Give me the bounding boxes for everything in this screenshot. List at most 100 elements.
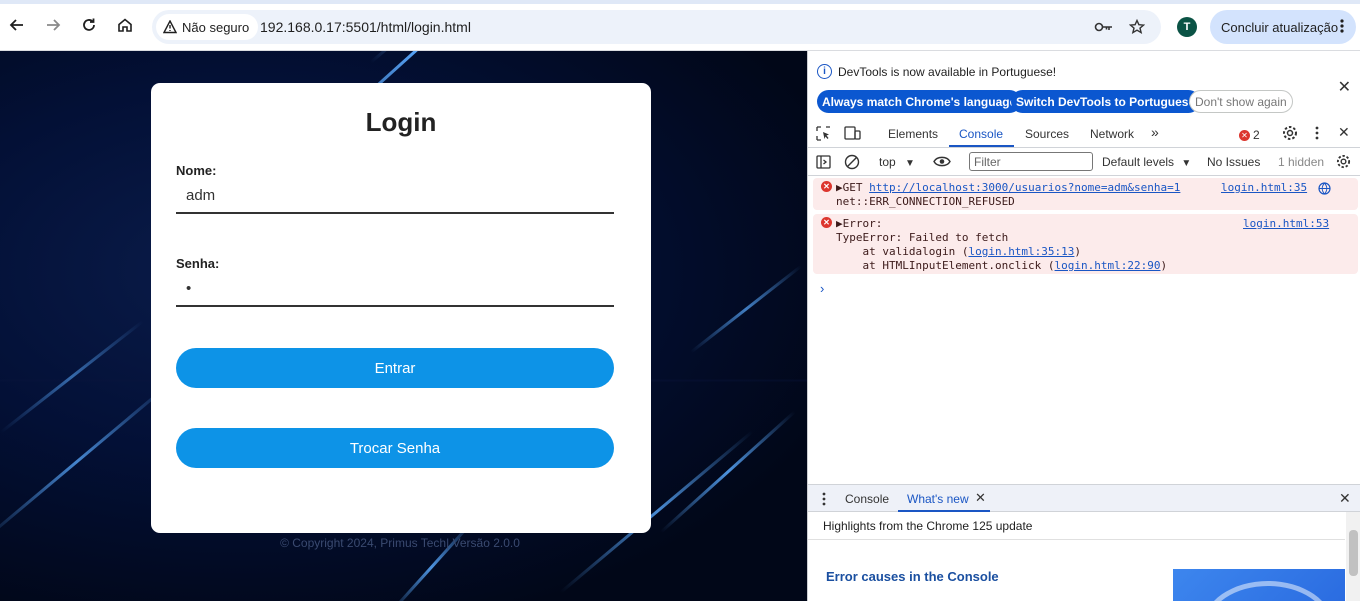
eye-icon[interactable] [933, 155, 951, 168]
active-tab-indicator [949, 145, 1014, 147]
key-icon [1094, 22, 1112, 32]
reload-button[interactable] [76, 12, 102, 38]
clear-console-icon[interactable] [844, 154, 860, 170]
bookmark-button[interactable] [1127, 17, 1147, 37]
address-bar[interactable]: Não seguro 192.168.0.17:5501/html/login.… [152, 10, 1161, 44]
close-icon[interactable]: ✕ [1338, 77, 1351, 97]
console-error-message: ✕ ▶GET http://localhost:3000/usuarios?no… [813, 178, 1358, 210]
update-button[interactable]: Concluir atualização [1210, 10, 1356, 44]
device-toolbar-icon[interactable] [844, 126, 861, 141]
back-button[interactable] [4, 12, 30, 38]
security-label: Não seguro [182, 19, 250, 35]
security-chip[interactable]: Não seguro [156, 14, 259, 40]
url-text[interactable]: 192.168.0.17:5501/html/login.html [260, 19, 471, 35]
triangle-down-icon: ▼ [1181, 158, 1192, 169]
whats-new-highlights: Highlights from the Chrome 125 update [823, 519, 1033, 533]
home-icon [118, 18, 132, 32]
feature-title-link[interactable]: Error causes in the Console [826, 569, 999, 584]
warning-icon [163, 20, 177, 34]
stack-suffix: ) [1074, 245, 1082, 258]
devtools-drawer-tabs: Console What's new ✕ ✕ [808, 484, 1360, 512]
console-prompt-chevron-icon[interactable]: › [820, 281, 824, 296]
kebab-menu-icon[interactable] [1315, 126, 1319, 140]
gear-icon[interactable] [1282, 125, 1298, 141]
password-input[interactable] [176, 271, 614, 307]
match-language-button[interactable]: Always match Chrome's language [817, 90, 1022, 113]
close-devtools-icon[interactable]: ✕ [1338, 124, 1350, 141]
password-key-button[interactable] [1094, 17, 1114, 37]
drawer-tab-console[interactable]: Console [845, 492, 889, 506]
browser-toolbar: Não seguro 192.168.0.17:5501/html/login.… [0, 0, 1360, 51]
star-icon [1129, 19, 1145, 35]
divider [808, 539, 1345, 540]
background-streak [0, 380, 174, 544]
stack-suffix: ) [1160, 259, 1168, 272]
drawer-menu-icon[interactable] [822, 492, 826, 506]
message-line: ▶GET http://localhost:3000/usuarios?nome… [836, 181, 1180, 194]
name-label: Nome: [176, 163, 217, 178]
close-drawer-icon[interactable]: ✕ [1339, 490, 1351, 507]
stack-line: at HTMLInputElement.onclick (login.html:… [836, 259, 1167, 272]
page-viewport: Login Nome: Senha: Entrar Trocar Senha ©… [0, 51, 807, 601]
devtools-panel: i DevTools is now available in Portugues… [807, 51, 1360, 601]
scrollbar-thumb[interactable] [1349, 530, 1358, 576]
error-count-badge[interactable]: ✕ 2 [1239, 128, 1260, 142]
context-label: top [879, 155, 896, 169]
arrow-right-icon [47, 19, 61, 31]
sidebar-toggle-icon[interactable] [816, 155, 831, 169]
request-url-link[interactable]: http://localhost:3000/usuarios?nome=adm&… [869, 181, 1180, 194]
change-password-button[interactable]: Trocar Senha [176, 428, 614, 468]
log-levels-dropdown[interactable]: Default levels ▼ [1102, 155, 1191, 169]
devtools-tab-bar: Elements Console Sources Network » ✕ 2 ✕ [808, 119, 1360, 148]
console-filter-bar: top ▼ Filter Default levels ▼ No Issues … [808, 148, 1360, 176]
error-icon: ✕ [821, 217, 832, 228]
reload-icon [83, 18, 95, 31]
background-streak [370, 51, 487, 64]
tab-network[interactable]: Network [1090, 127, 1134, 141]
background-streak [0, 320, 144, 434]
login-card: Login Nome: Senha: Entrar Trocar Senha [151, 83, 651, 533]
copyright-text: © Copyright 2024, Primus Tech| Versão 2.… [280, 536, 520, 550]
globe-icon[interactable] [1318, 182, 1331, 195]
inspect-element-icon[interactable] [816, 126, 831, 141]
drawer-tab-whats-new[interactable]: What's new [907, 492, 969, 506]
source-link[interactable]: login.html:35 [1221, 181, 1307, 194]
console-filter-input[interactable]: Filter [969, 152, 1093, 171]
filter-placeholder: Filter [974, 154, 1001, 169]
message-line: ▶Error: [836, 217, 883, 230]
drawer-scrollbar[interactable] [1346, 512, 1360, 601]
infobar-message: DevTools is now available in Portuguese! [838, 65, 1057, 79]
more-tabs-chevron-icon[interactable]: » [1151, 124, 1159, 140]
switch-language-button[interactable]: Switch DevTools to Portuguese [1011, 90, 1201, 113]
close-tab-icon[interactable]: ✕ [975, 490, 986, 506]
issues-button[interactable]: No Issues [1207, 155, 1260, 169]
update-label: Concluir atualização [1221, 19, 1339, 35]
info-icon: i [817, 64, 832, 79]
background-streak [690, 264, 803, 354]
arrow-left-icon [9, 19, 23, 31]
tab-console[interactable]: Console [959, 127, 1003, 141]
profile-avatar[interactable]: T [1177, 17, 1197, 37]
error-icon: ✕ [821, 181, 832, 192]
dont-show-again-button[interactable]: Don't show again [1189, 90, 1293, 113]
stack-link[interactable]: login.html:35:13 [968, 245, 1074, 258]
stack-link[interactable]: login.html:22:90 [1055, 259, 1161, 272]
tab-strip-edge [0, 0, 1360, 4]
active-drawer-tab-indicator [898, 510, 990, 512]
language-infobar: i DevTools is now available in Portugues… [808, 51, 1360, 119]
home-button[interactable] [112, 12, 138, 38]
stack-prefix: at HTMLInputElement.onclick ( [836, 259, 1055, 272]
enter-button[interactable]: Entrar [176, 348, 614, 388]
forward-button[interactable] [40, 12, 66, 38]
tab-sources[interactable]: Sources [1025, 127, 1069, 141]
password-label: Senha: [176, 256, 220, 271]
background-streak [660, 410, 796, 534]
name-input[interactable] [176, 178, 614, 214]
stack-line: at validalogin (login.html:35:13) [836, 245, 1081, 258]
message-prefix: ▶GET [836, 181, 870, 194]
console-settings-gear-icon[interactable] [1336, 154, 1351, 169]
background-streak [390, 521, 473, 601]
tab-elements[interactable]: Elements [888, 127, 938, 141]
source-link[interactable]: login.html:53 [1243, 217, 1329, 230]
context-selector[interactable]: top ▼ [879, 155, 915, 169]
